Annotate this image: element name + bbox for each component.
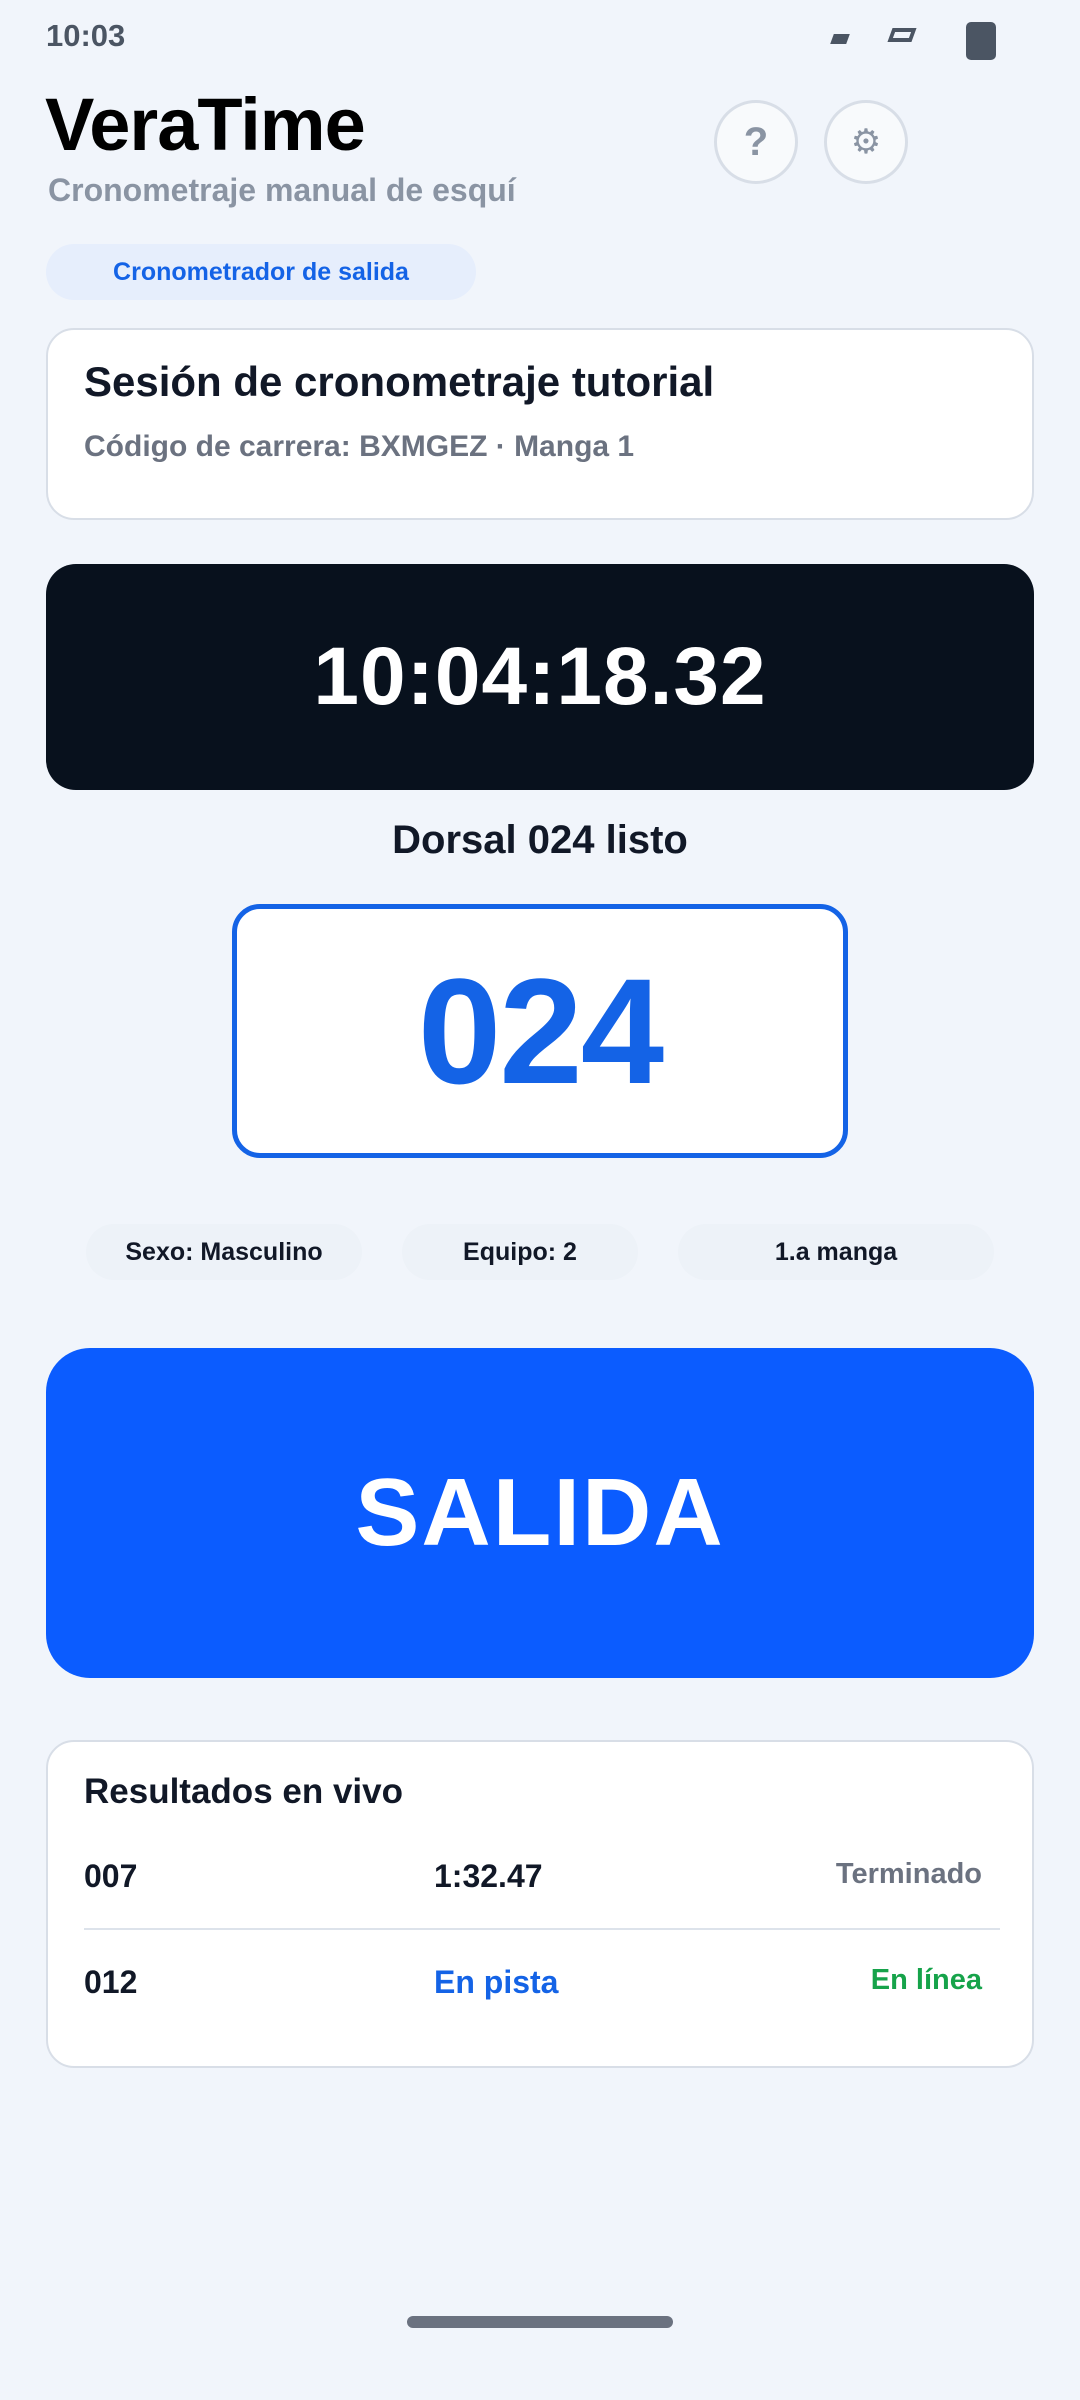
app-subtitle: Cronometraje manual de esquí (48, 172, 516, 208)
signal-icon (830, 34, 850, 44)
result-time: En pista (434, 1964, 559, 2000)
session-meta: Código de carrera: BXMGEZ · Manga 1 (84, 430, 635, 463)
help-icon: ? (743, 119, 769, 164)
clock-panel: 10:04:18.32 (46, 564, 1034, 790)
status-time: 10:03 (46, 18, 126, 53)
battery-icon (966, 22, 996, 60)
run-pill: 1.a manga (678, 1224, 994, 1280)
settings-button[interactable]: ⚙ (824, 100, 908, 184)
clock-value: 10:04:18.32 (313, 631, 767, 722)
start-button[interactable]: SALIDA (46, 1348, 1034, 1678)
result-state: En línea (870, 1964, 982, 1996)
result-state: Terminado (835, 1858, 982, 1890)
help-button[interactable]: ? (714, 100, 798, 184)
live-results-card: Resultados en vivo 007 1:32.47 Terminado… (46, 1740, 1034, 2068)
sex-pill: Sexo: Masculino (86, 1224, 362, 1280)
wifi-icon (887, 28, 917, 42)
team-pill: Equipo: 2 (402, 1224, 638, 1280)
session-title: Sesión de cronometraje tutorial (84, 358, 715, 405)
session-card: Sesión de cronometraje tutorial Código d… (46, 328, 1034, 520)
role-badge: Cronometrador de salida (46, 244, 476, 300)
row-divider (84, 1928, 1000, 1930)
result-bib: 007 (84, 1858, 138, 1894)
result-bib: 012 (84, 1964, 138, 2000)
results-title: Resultados en vivo (84, 1772, 403, 1811)
gear-icon: ⚙ (850, 123, 882, 161)
result-row[interactable]: 012 En pista En línea (84, 1950, 1000, 2020)
status-bar: 10:03 (0, 0, 1080, 72)
bib-display[interactable]: 024 (232, 904, 848, 1158)
result-time: 1:32.47 (434, 1858, 543, 1894)
app-title: VeraTime (45, 83, 366, 166)
result-row[interactable]: 007 1:32.47 Terminado (84, 1844, 1000, 1914)
bib-status: Dorsal 024 listo (392, 818, 688, 862)
bib-number: 024 (417, 946, 664, 1115)
role-label: Cronometrador de salida (113, 257, 409, 286)
home-indicator[interactable] (407, 2316, 673, 2328)
